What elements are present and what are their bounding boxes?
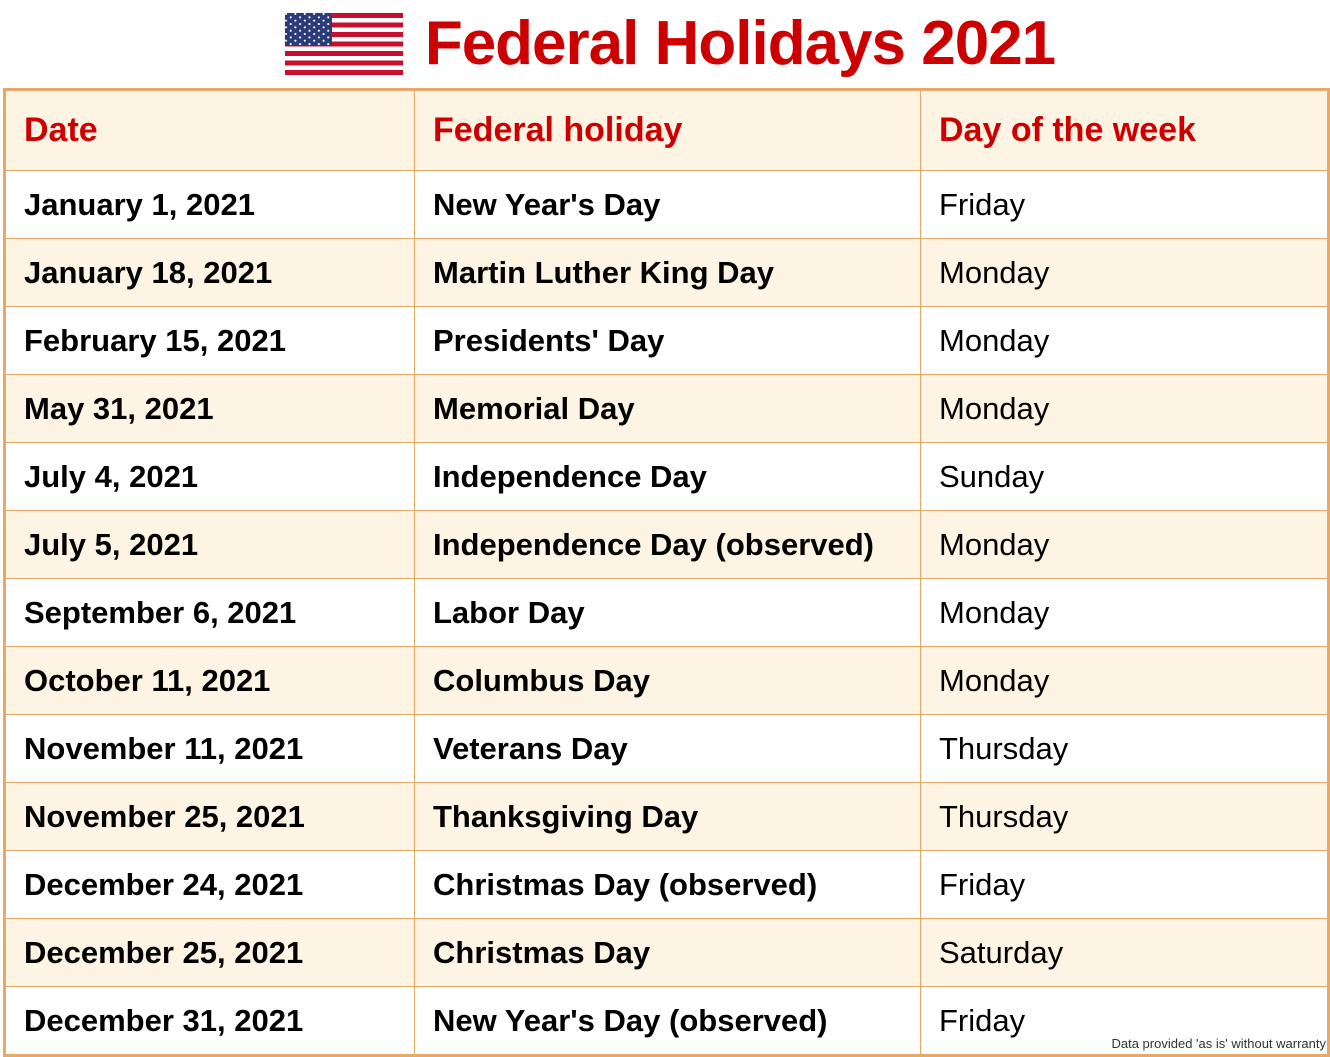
- cell-federal-holiday: Christmas Day: [414, 918, 921, 987]
- cell-day-of-the-week: Monday: [920, 238, 1329, 307]
- table-row: February 15, 2021 Presidents' Day Monday: [4, 306, 1329, 375]
- cell-federal-holiday: New Year's Day (observed): [414, 986, 921, 1056]
- cell-federal-holiday: Memorial Day: [414, 374, 921, 443]
- table-body: January 1, 2021 New Year's Day Friday Janua…: [4, 170, 1329, 1056]
- cell-day-of-the-week: Sunday: [920, 442, 1329, 511]
- table-header-row: Date Federal holiday Day of the week: [4, 89, 1329, 171]
- page-title: Federal Holidays 2021: [424, 9, 1056, 78]
- cell-date: May 31, 2021: [4, 374, 415, 443]
- cell-date: February 15, 2021: [4, 306, 415, 375]
- table-row: October 11, 2021 Columbus Day Monday: [4, 646, 1329, 715]
- cell-federal-holiday: Christmas Day (observed): [414, 850, 921, 919]
- cell-day-of-the-week: Thursday: [920, 714, 1329, 783]
- cell-date: December 24, 2021: [4, 850, 415, 919]
- cell-day-of-the-week: Monday: [920, 374, 1329, 443]
- cell-federal-holiday: Presidents' Day: [414, 306, 921, 375]
- cell-date: December 25, 2021: [4, 918, 415, 987]
- cell-federal-holiday: Columbus Day: [414, 646, 921, 715]
- cell-day-of-the-week: Monday: [920, 646, 1329, 715]
- cell-federal-holiday: Thanksgiving Day: [414, 782, 921, 851]
- cell-federal-holiday: New Year's Day: [414, 170, 921, 239]
- cell-date: January 1, 2021: [4, 170, 415, 239]
- table-row: September 6, 2021 Labor Day Monday: [4, 578, 1329, 647]
- cell-federal-holiday: Independence Day (observed): [414, 510, 921, 579]
- table-row: December 24, 2021 Christmas Day (observed…: [4, 850, 1329, 919]
- flag-canton: [284, 13, 333, 47]
- table-row: July 4, 2021 Independence Day Sunday: [4, 442, 1329, 511]
- us-flag-icon: [284, 13, 403, 75]
- cell-date: July 4, 2021: [4, 442, 415, 511]
- cell-date: September 6, 2021: [4, 578, 415, 647]
- cell-day-of-the-week: Friday: [920, 170, 1329, 239]
- cell-date: December 31, 2021: [4, 986, 415, 1056]
- column-header-federal-holiday[interactable]: Federal holiday: [414, 89, 921, 171]
- title-bar: Federal Holidays 2021: [0, 0, 1330, 88]
- cell-day-of-the-week: Thursday: [920, 782, 1329, 851]
- cell-federal-holiday: Martin Luther King Day: [414, 238, 921, 307]
- table-row: July 5, 2021 Independence Day (observed) M…: [4, 510, 1329, 579]
- cell-day-of-the-week: Friday: [920, 850, 1329, 919]
- column-header-day-of-the-week[interactable]: Day of the week: [920, 89, 1329, 171]
- cell-day-of-the-week: Monday: [920, 306, 1329, 375]
- table-header: Date Federal holiday Day of the week: [4, 89, 1329, 171]
- table-row: November 25, 2021 Thanksgiving Day Thursda…: [4, 782, 1329, 851]
- cell-federal-holiday: Independence Day: [414, 442, 921, 511]
- cell-date: July 5, 2021: [4, 510, 415, 579]
- column-header-date[interactable]: Date: [4, 89, 415, 171]
- table-row: December 25, 2021 Christmas Day Saturday: [4, 918, 1329, 987]
- holidays-table-container: Date Federal holiday Day of the week Jan…: [0, 88, 1330, 1057]
- table-row: January 1, 2021 New Year's Day Friday: [4, 170, 1329, 239]
- table-row: May 31, 2021 Memorial Day Monday: [4, 374, 1329, 443]
- cell-date: November 25, 2021: [4, 782, 415, 851]
- federal-holidays-table: Date Federal holiday Day of the week Jan…: [3, 88, 1330, 1057]
- table-row: November 11, 2021 Veterans Day Thursday: [4, 714, 1329, 783]
- cell-day-of-the-week: Saturday: [920, 918, 1329, 987]
- cell-date: October 11, 2021: [4, 646, 415, 715]
- cell-day-of-the-week: Monday: [920, 510, 1329, 579]
- cell-federal-holiday: Veterans Day: [414, 714, 921, 783]
- page-root: Federal Holidays 2021 Date Federal holid…: [0, 0, 1330, 1057]
- footnote-text: Data provided 'as is' without warranty: [1111, 1036, 1326, 1051]
- cell-day-of-the-week: Monday: [920, 578, 1329, 647]
- table-row: January 18, 2021 Martin Luther King Day Mo…: [4, 238, 1329, 307]
- cell-date: January 18, 2021: [4, 238, 415, 307]
- cell-date: November 11, 2021: [4, 714, 415, 783]
- cell-federal-holiday: Labor Day: [414, 578, 921, 647]
- flag-stars: [284, 13, 333, 47]
